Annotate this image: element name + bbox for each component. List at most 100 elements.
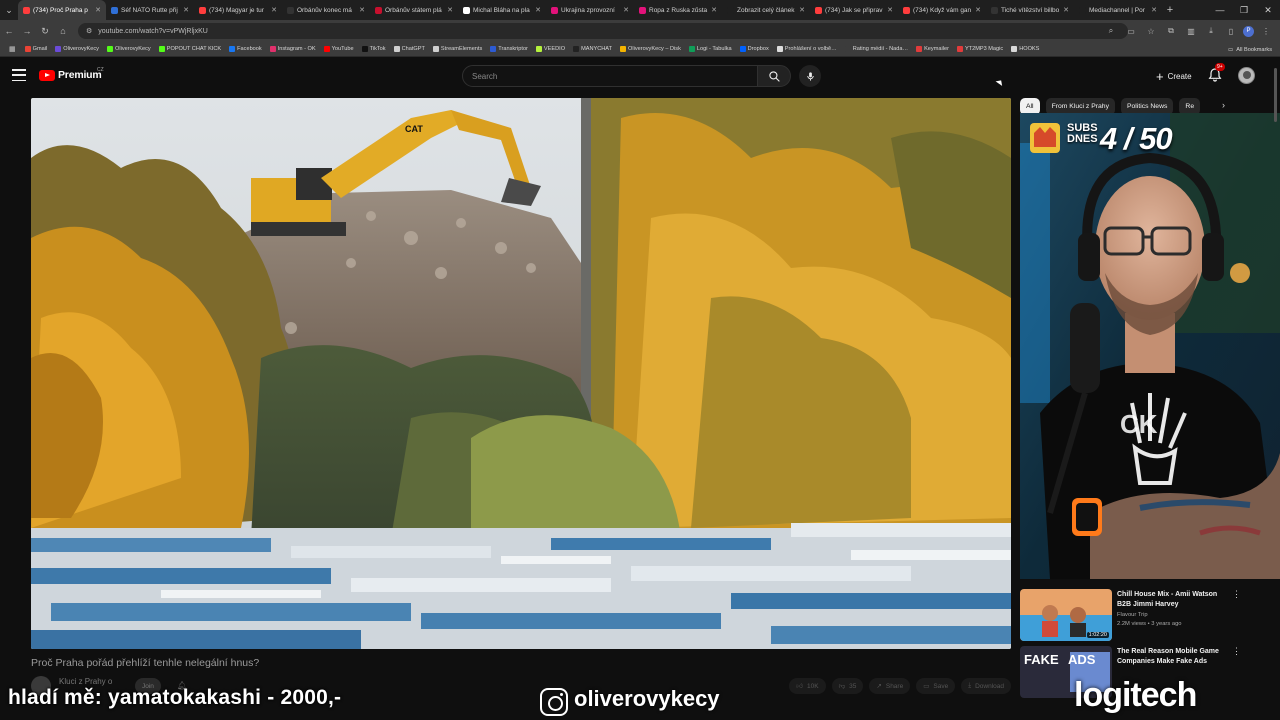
download-icon[interactable]: ⤓ (1203, 23, 1219, 39)
tab-close-icon[interactable]: ✕ (711, 6, 717, 14)
tab-search-icon[interactable]: ⌄ (0, 0, 18, 20)
bookmark-item[interactable]: ChatGPT (390, 46, 429, 52)
bookmark-label: Prohlášení o volbě… (784, 46, 837, 52)
chip-next-arrow-icon[interactable]: › (1222, 100, 1225, 110)
youtube-premium-logo[interactable]: Premium (39, 69, 102, 81)
site-info-icon[interactable]: ⚙ (86, 27, 92, 35)
channel-name[interactable]: Kluci z Prahy o (59, 677, 112, 686)
forward-icon[interactable]: → (18, 20, 36, 42)
browser-tab[interactable]: Orbánův konec má ✕ (282, 0, 370, 20)
hamburger-menu-icon[interactable] (12, 69, 26, 81)
bookmark-favicon-icon (844, 46, 851, 52)
browser-toolbar: ← → ↻ ⌂ ⚙ youtube.com/watch?v=vPWjRljxKU… (0, 20, 1280, 42)
browser-tab[interactable]: (734) Magyar je tur ✕ (194, 0, 282, 20)
search-icon (768, 70, 780, 82)
tab-favicon-icon (551, 6, 558, 14)
page-scrollbar[interactable] (1274, 68, 1277, 122)
browser-tab[interactable]: Tiché vítězství billbo ✕ (986, 0, 1074, 20)
browser-tab[interactable]: Orbánův státem plá ✕ (370, 0, 458, 20)
bookmark-item[interactable]: Prohlášení o volbě… (773, 46, 841, 52)
subs-label: SUBS DNES (1067, 122, 1098, 145)
bookmark-item[interactable]: Rating médií - Nada… (841, 46, 912, 52)
back-icon[interactable]: ← (0, 20, 18, 42)
menu-kebab-icon[interactable]: ⋮ (1258, 23, 1274, 39)
bookmark-item[interactable]: Keymailer (912, 46, 953, 52)
zoom-icon[interactable]: ⌕ (1103, 23, 1119, 39)
address-bar[interactable]: ⚙ youtube.com/watch?v=vPWjRljxKU (78, 23, 1128, 39)
tab-close-icon[interactable]: ✕ (535, 6, 541, 14)
tab-close-icon[interactable]: ✕ (799, 6, 805, 14)
like-button[interactable]: 👍︎ 10K (789, 678, 826, 694)
share-button[interactable]: ↗ Share (869, 678, 911, 694)
more-options-icon[interactable]: ⋮ (1232, 589, 1241, 600)
tab-close-icon[interactable]: ✕ (1063, 6, 1069, 14)
all-bookmarks-button[interactable]: ▭ All Bookmarks (1228, 42, 1272, 57)
sidebar-icon[interactable]: ▥ (1183, 23, 1199, 39)
tab-favicon-icon (111, 6, 118, 14)
browser-tab[interactable]: Šéf NATO Rutte přij ✕ (106, 0, 194, 20)
recommendation-item[interactable]: 1:02:20 Chill House Mix - Amii Watson B2… (1020, 589, 1250, 641)
browser-tab[interactable]: Ropa z Ruska zůsta ✕ (634, 0, 722, 20)
maximize-icon[interactable]: ❐ (1232, 0, 1256, 20)
extensions-icon[interactable]: ⧉ (1163, 23, 1179, 39)
bookmark-star-icon[interactable]: ☆ (1143, 23, 1159, 39)
bookmark-item[interactable]: Facebook (225, 46, 266, 52)
bookmark-item[interactable]: StreamElements (429, 46, 486, 52)
tab-close-icon[interactable]: ✕ (271, 6, 277, 14)
browser-tab[interactable]: (734) Proč Praha p ✕ (18, 0, 106, 20)
profile-avatar[interactable]: P (1243, 25, 1254, 37)
search-button[interactable] (757, 65, 791, 87)
minimize-icon[interactable]: — (1208, 0, 1232, 20)
download-button[interactable]: ⤓ Download (961, 678, 1011, 694)
account-avatar[interactable] (1238, 67, 1255, 84)
browser-tab[interactable]: Zobrazit celý článek ✕ (722, 0, 810, 20)
tab-close-icon[interactable]: ✕ (447, 6, 453, 14)
bookmark-item[interactable]: POPOUT CHAT KICK (155, 46, 225, 52)
home-icon[interactable]: ⌂ (54, 20, 72, 42)
tab-close-icon[interactable]: ✕ (1151, 6, 1157, 14)
recommendation-title[interactable]: Chill House Mix - Amii Watson B2B Jimmi … (1117, 590, 1227, 610)
browser-tab[interactable]: (734) Jak se připrav ✕ (810, 0, 898, 20)
save-button[interactable]: ▭ Save (916, 678, 956, 694)
create-button[interactable]: + Create (1148, 66, 1200, 86)
tab-close-icon[interactable]: ✕ (975, 6, 981, 14)
more-options-icon[interactable]: ⋮ (1232, 646, 1241, 657)
bookmark-item[interactable]: VEEDIO (532, 46, 569, 52)
bookmark-item[interactable]: YT2MP3 Magic (953, 46, 1007, 52)
new-tab-button[interactable]: + (1162, 4, 1178, 16)
video-player[interactable]: CAT (31, 98, 1011, 649)
bookmark-item[interactable]: Logi - Tabulka (685, 46, 736, 52)
bookmark-item[interactable]: Gmail (21, 46, 52, 52)
browser-tab[interactable]: Ukrajina zprovozní ✕ (546, 0, 634, 20)
bookmark-label: HOOKS (1019, 46, 1040, 52)
bookmark-item[interactable]: OliverovyKecy (103, 46, 155, 52)
reload-icon[interactable]: ↻ (36, 20, 54, 42)
bookmark-item[interactable]: Transkriptor (486, 46, 532, 52)
bookmark-item[interactable]: TikTok (358, 46, 390, 52)
split-view-icon[interactable]: ▯ (1223, 23, 1239, 39)
recommendation-title[interactable]: The Real Reason Mobile Game Companies Ma… (1117, 647, 1227, 667)
bookmark-item[interactable]: MANYCHAT (569, 46, 616, 52)
cast-icon[interactable]: ▭ (1123, 23, 1139, 39)
voice-search-button[interactable] (799, 65, 821, 87)
recommendation-channel[interactable]: Flavour Trip (1117, 612, 1148, 618)
recommendation-thumbnail[interactable]: 1:02:20 (1020, 589, 1112, 641)
browser-tab[interactable]: Mediachannel | Por ✕ (1074, 0, 1162, 20)
tab-close-icon[interactable]: ✕ (95, 6, 101, 14)
bookmark-item[interactable]: OliverovyKecy (51, 46, 103, 52)
bookmark-item[interactable]: OliverovyKecy – Disk (616, 46, 685, 52)
browser-tab[interactable]: (734) Když vám gan ✕ (898, 0, 986, 20)
close-window-icon[interactable]: ✕ (1256, 0, 1280, 20)
dislike-button[interactable]: 👎︎ 35 (831, 678, 864, 694)
tab-close-icon[interactable]: ✕ (887, 6, 893, 14)
bookmark-item[interactable]: Dropbox (736, 46, 773, 52)
tab-close-icon[interactable]: ✕ (623, 6, 629, 14)
bookmark-item[interactable]: YouTube (320, 46, 358, 52)
apps-grid-icon[interactable]: ▦ (4, 45, 21, 53)
bookmark-item[interactable]: HOOKS (1007, 46, 1043, 52)
browser-tab[interactable]: Michal Bláha na pla ✕ (458, 0, 546, 20)
search-input[interactable]: Search (462, 65, 758, 87)
bookmark-item[interactable]: Instagram - OK (266, 46, 320, 52)
tab-close-icon[interactable]: ✕ (359, 6, 365, 14)
tab-close-icon[interactable]: ✕ (183, 6, 189, 14)
